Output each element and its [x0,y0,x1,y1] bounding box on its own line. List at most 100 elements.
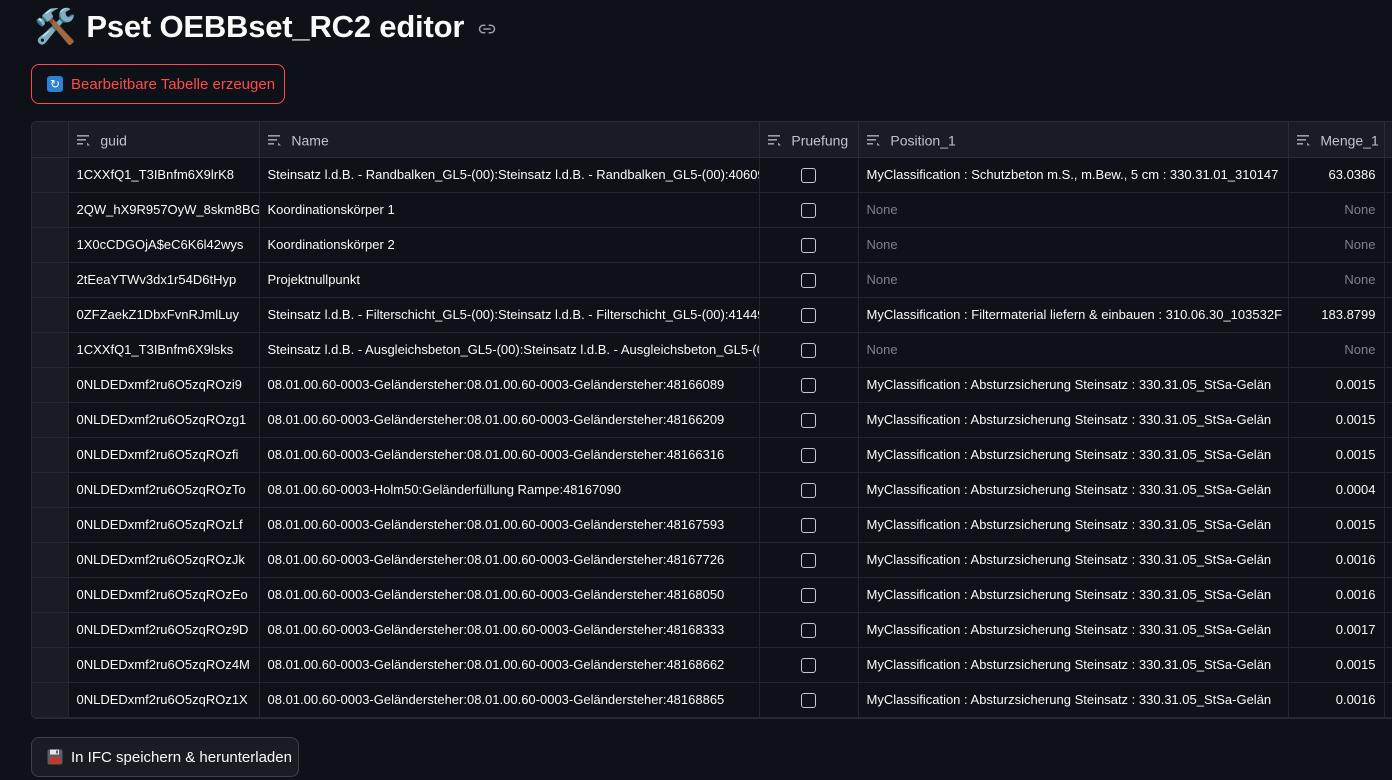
menge-cell[interactable]: None [1288,262,1385,298]
row-index-cell[interactable] [32,437,69,473]
table-row[interactable]: 0NLDEDxmf2ru6O5zqROz9D 08.01.00.60-0003-G… [32,612,1392,648]
pruefung-cell[interactable] [759,227,859,263]
name-cell[interactable]: Koordinationskörper 1 [259,192,760,228]
menge-cell[interactable]: 0.0016 [1288,542,1385,578]
pruefung-checkbox[interactable] [801,377,816,393]
pruefung-checkbox[interactable] [801,552,816,568]
pruefung-cell[interactable] [759,507,859,543]
guid-cell[interactable]: 1CXXfQ1_T3IBnfm6X9lsks [68,332,260,368]
menge-cell[interactable]: 0.0016 [1288,682,1385,718]
name-cell[interactable]: 08.01.00.60-0003-Geländersteher:08.01.00… [259,682,760,718]
table-row[interactable]: 1CXXfQ1_T3IBnfm6X9lrK8 Steinsatz l.d.B. -… [32,157,1392,193]
guid-cell[interactable]: 0NLDEDxmf2ru6O5zqROzi9 [68,367,260,403]
column-header-name[interactable]: Name [259,122,760,158]
menge-cell[interactable]: None [1288,192,1385,228]
table-row[interactable]: 0NLDEDxmf2ru6O5zqROzTo 08.01.00.60-0003-H… [32,472,1392,508]
menge-cell[interactable]: 0.0004 [1288,472,1385,508]
position-cell[interactable]: MyClassification : Absturzsicherung Stei… [858,612,1289,648]
name-cell[interactable]: Koordinationskörper 2 [259,227,760,263]
guid-cell[interactable]: 0NLDEDxmf2ru6O5zqROzTo [68,472,260,508]
guid-cell[interactable]: 0NLDEDxmf2ru6O5zqROz4M [68,647,260,683]
table-row[interactable]: 0NLDEDxmf2ru6O5zqROz4M 08.01.00.60-0003-G… [32,647,1392,683]
position-cell[interactable]: MyClassification : Absturzsicherung Stei… [858,507,1289,543]
row-index-cell[interactable] [32,332,69,368]
row-index-cell[interactable] [32,262,69,298]
pruefung-checkbox[interactable] [801,202,816,218]
table-row[interactable]: 2QW_hX9R957OyW_8skm8BG Koordinationskörpe… [32,192,1392,228]
table-row[interactable]: 1X0cCDGOjA$eC6K6l42wys Koordinationskörpe… [32,227,1392,263]
column-header-pruefung[interactable]: Pruefung [759,122,859,158]
menge-cell[interactable]: 0.0015 [1288,437,1385,473]
menge-cell[interactable]: 0.0016 [1288,577,1385,613]
name-cell[interactable]: 08.01.00.60-0003-Geländersteher:08.01.00… [259,542,760,578]
name-cell[interactable]: Steinsatz l.d.B. - Ausgleichsbeton_GL5-(… [259,332,760,368]
row-index-cell[interactable] [32,682,69,718]
table-row[interactable]: 0NLDEDxmf2ru6O5zqROzLf 08.01.00.60-0003-G… [32,507,1392,543]
pruefung-checkbox[interactable] [801,622,816,638]
row-index-cell[interactable] [32,472,69,508]
pruefung-cell[interactable] [759,542,859,578]
position-cell[interactable]: MyClassification : Absturzsicherung Stei… [858,647,1289,683]
pruefung-cell[interactable] [759,367,859,403]
pruefung-cell[interactable] [759,437,859,473]
save-ifc-button[interactable]: In IFC speichern & herunterladen [31,737,299,777]
pruefung-checkbox[interactable] [801,447,816,463]
name-cell[interactable]: 08.01.00.60-0003-Geländersteher:08.01.00… [259,647,760,683]
pruefung-checkbox[interactable] [801,657,816,673]
menge-cell[interactable]: None [1288,332,1385,368]
row-index-cell[interactable] [32,612,69,648]
name-cell[interactable]: 08.01.00.60-0003-Geländersteher:08.01.00… [259,507,760,543]
pruefung-checkbox[interactable] [801,482,816,498]
table-row[interactable]: 0NLDEDxmf2ru6O5zqROzJk 08.01.00.60-0003-G… [32,542,1392,578]
pruefung-checkbox[interactable] [801,167,816,183]
position-cell[interactable]: None [858,262,1289,298]
row-index-cell[interactable] [32,507,69,543]
row-index-cell[interactable] [32,577,69,613]
menge-cell[interactable]: 0.0015 [1288,367,1385,403]
pruefung-cell[interactable] [759,647,859,683]
generate-table-button[interactable]: ↻ Bearbeitbare Tabelle erzeugen [31,64,285,104]
link-icon[interactable] [478,20,496,38]
menge-cell[interactable]: 0.0017 [1288,612,1385,648]
position-cell[interactable]: MyClassification : Absturzsicherung Stei… [858,472,1289,508]
menge-cell[interactable]: 0.0015 [1288,507,1385,543]
position-cell[interactable]: MyClassification : Schutzbeton m.S., m.B… [858,157,1289,193]
pruefung-cell[interactable] [759,577,859,613]
guid-cell[interactable]: 0NLDEDxmf2ru6O5zqROz9D [68,612,260,648]
position-cell[interactable]: None [858,332,1289,368]
pruefung-checkbox[interactable] [801,517,816,533]
column-header-guid[interactable]: guid [68,122,260,158]
position-cell[interactable]: MyClassification : Absturzsicherung Stei… [858,542,1289,578]
name-cell[interactable]: 08.01.00.60-0003-Geländersteher:08.01.00… [259,402,760,438]
guid-cell[interactable]: 0NLDEDxmf2ru6O5zqROz1X [68,682,260,718]
pruefung-cell[interactable] [759,472,859,508]
position-cell[interactable]: MyClassification : Absturzsicherung Stei… [858,437,1289,473]
table-row[interactable]: 2tEeaYTWv3dx1r54D6tHyp Projektnullpunkt No… [32,262,1392,298]
position-cell[interactable]: MyClassification : Absturzsicherung Stei… [858,682,1289,718]
guid-cell[interactable]: 0NLDEDxmf2ru6O5zqROzJk [68,542,260,578]
position-cell[interactable]: None [858,192,1289,228]
name-cell[interactable]: 08.01.00.60-0003-Geländersteher:08.01.00… [259,367,760,403]
name-cell[interactable]: 08.01.00.60-0003-Geländersteher:08.01.00… [259,577,760,613]
menge-cell[interactable]: 183.8799 [1288,297,1385,333]
menge-cell[interactable]: 0.0015 [1288,402,1385,438]
table-row[interactable]: 0NLDEDxmf2ru6O5zqROzg1 08.01.00.60-0003-G… [32,402,1392,438]
table-row[interactable]: 0NLDEDxmf2ru6O5zqROzi9 08.01.00.60-0003-G… [32,367,1392,403]
guid-cell[interactable]: 2tEeaYTWv3dx1r54D6tHyp [68,262,260,298]
pruefung-cell[interactable] [759,262,859,298]
position-cell[interactable]: None [858,227,1289,263]
guid-cell[interactable]: 0NLDEDxmf2ru6O5zqROzEo [68,577,260,613]
row-index-cell[interactable] [32,402,69,438]
guid-cell[interactable]: 0NLDEDxmf2ru6O5zqROzfi [68,437,260,473]
table-row[interactable]: 0ZFZaekZ1DbxFvnRJmlLuy Steinsatz l.d.B. -… [32,297,1392,333]
pruefung-cell[interactable] [759,402,859,438]
row-index-cell[interactable] [32,192,69,228]
name-cell[interactable]: 08.01.00.60-0003-Geländersteher:08.01.00… [259,437,760,473]
guid-cell[interactable]: 2QW_hX9R957OyW_8skm8BG [68,192,260,228]
name-cell[interactable]: 08.01.00.60-0003-Holm50:Geländerfüllung … [259,472,760,508]
table-row[interactable]: 0NLDEDxmf2ru6O5zqROz1X 08.01.00.60-0003-G… [32,682,1392,718]
pruefung-cell[interactable] [759,297,859,333]
name-cell[interactable]: Steinsatz l.d.B. - Filterschicht_GL5-(00… [259,297,760,333]
pruefung-cell[interactable] [759,682,859,718]
data-editor-grid[interactable]: guid Name Pruefung Position_1 Menge_1 1C… [31,121,1392,719]
